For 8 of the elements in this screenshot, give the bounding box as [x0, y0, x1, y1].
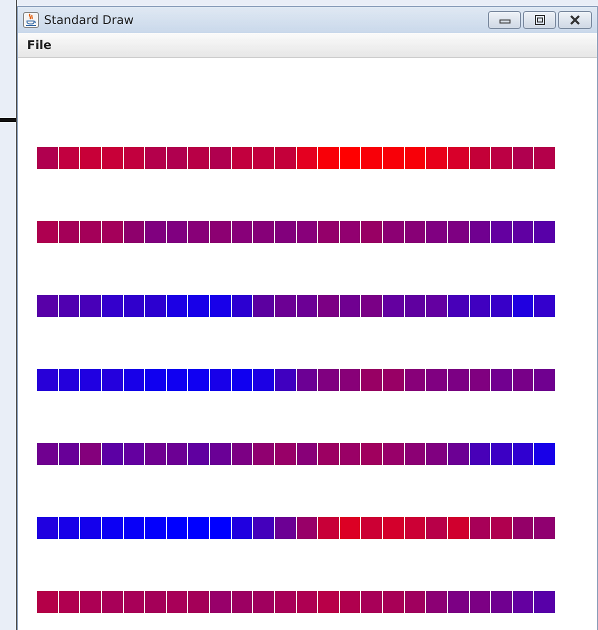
- minimize-button[interactable]: [488, 11, 521, 29]
- cup-icon: [23, 12, 39, 28]
- menu-item[interactable]: File: [24, 38, 55, 52]
- maximize-button[interactable]: [523, 11, 556, 29]
- window-title: Standard Draw: [44, 13, 134, 27]
- close-button[interactable]: [558, 11, 592, 29]
- maximize-icon: [532, 15, 546, 25]
- close-icon: [568, 15, 582, 25]
